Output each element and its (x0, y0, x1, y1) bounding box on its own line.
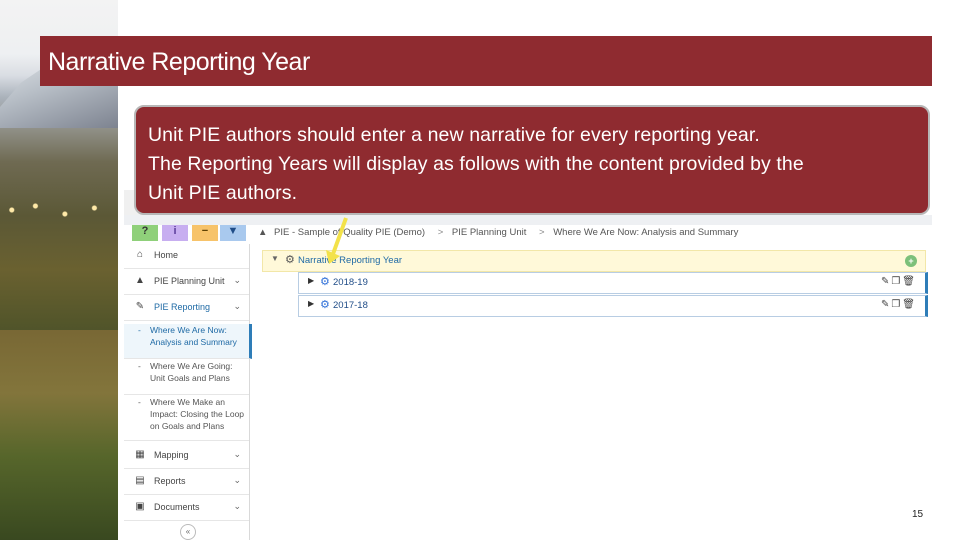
sidebar-item-mapping[interactable]: ▦ Mapping ⌄ (124, 444, 249, 469)
breadcrumb-separator: > (437, 227, 444, 238)
callout-line: Unit PIE authors should enter a new narr… (148, 124, 760, 146)
bank-icon: ▲ (135, 275, 145, 286)
edit-icon[interactable]: ✎ (881, 299, 891, 310)
sidebar-item-label: Mapping (154, 450, 189, 460)
sidebar: ⌂ Home ▲ PIE Planning Unit ⌄ ✎ PIE Repor… (124, 244, 252, 540)
page-number: 15 (912, 509, 924, 520)
app-screenshot: ? i − ▼ ⌂ Home ▲ PIE Planning Unit ⌄ ✎ P… (124, 190, 932, 540)
copy-icon[interactable]: ❐ (891, 299, 902, 310)
sidebar-item-label: PIE Planning Unit (154, 276, 225, 286)
breadcrumb-separator: > (539, 227, 545, 238)
sidebar-item-home[interactable]: ⌂ Home (124, 244, 249, 269)
sidebar-subitem-where-we-are-going[interactable]: - Where We Are Going: Unit Goals and Pla… (124, 360, 249, 395)
chevron-down-icon: ⌄ (233, 275, 241, 285)
trash-icon[interactable]: 🗑 (902, 299, 917, 310)
caret-right-icon[interactable]: ▶ (308, 299, 314, 308)
sidebar-item-label: PIE Reporting (154, 302, 211, 312)
gear-icon: ⚙ (285, 254, 295, 266)
add-icon[interactable]: + (905, 255, 917, 267)
tree-row-label: 2017-18 (333, 300, 368, 311)
sidebar-item-label: Documents (154, 502, 200, 512)
caret-right-icon[interactable]: ▶ (308, 276, 314, 285)
reports-icon: ▤ (135, 475, 145, 486)
sitemap-icon: ▦ (135, 449, 145, 460)
home-icon: ⌂ (136, 249, 144, 260)
trash-icon[interactable]: 🗑 (902, 276, 917, 287)
sidebar-subitem-where-we-make-an-impact[interactable]: - Where We Make an Impact: Closing the L… (124, 396, 249, 441)
tree-root-narrative-reporting-year[interactable]: ▼ ⚙ Narrative Reporting Year + (262, 250, 926, 272)
tree-row[interactable]: ▶ ⚙ 2018-19 ✎❐🗑 (298, 272, 928, 294)
tree-row-label: 2018-19 (333, 277, 368, 288)
sidebar-item-label: Home (154, 250, 179, 260)
sidebar-item-label: Reports (154, 476, 186, 486)
breadcrumb-item: Where We Are Now: Analysis and Summary (553, 227, 739, 238)
callout-line: Unit PIE authors. (148, 182, 298, 204)
breadcrumb-item[interactable]: PIE Planning Unit (452, 227, 526, 238)
chevron-down-icon: ⌄ (233, 449, 241, 459)
sidebar-item-pie-reporting[interactable]: ✎ PIE Reporting ⌄ (124, 296, 249, 321)
callout-line: The Reporting Years will display as foll… (148, 153, 804, 175)
sidebar-item-pie-planning-unit[interactable]: ▲ PIE Planning Unit ⌄ (124, 270, 249, 295)
callout-box: Unit PIE authors should enter a new narr… (134, 105, 930, 215)
sidebar-item-reports[interactable]: ▤ Reports ⌄ (124, 470, 249, 495)
chevron-down-icon: ⌄ (233, 301, 241, 311)
title-bar: Narrative Reporting Year (40, 36, 932, 86)
caret-down-icon[interactable]: ▼ (271, 254, 279, 263)
documents-icon: ▣ (135, 501, 145, 512)
chevron-down-icon: ⌄ (233, 475, 241, 485)
sidebar-subitem-label: Where We Make an Impact: Closing the Loo… (150, 397, 245, 431)
sidebar-item-documents[interactable]: ▣ Documents ⌄ (124, 496, 249, 521)
foreground-field (0, 330, 118, 540)
yellow-arrow-icon (326, 217, 348, 264)
slide-title: Narrative Reporting Year (48, 48, 310, 76)
sidebar-subitem-label: Where We Are Going: Unit Goals and Plans (150, 361, 233, 383)
row-actions: ✎❐🗑 (881, 299, 917, 310)
tree-row[interactable]: ▶ ⚙ 2017-18 ✎❐🗑 (298, 295, 928, 317)
pencil-icon: ✎ (135, 301, 145, 312)
sidebar-collapse-button[interactable]: « (180, 524, 196, 540)
gear-icon: ⚙ (320, 299, 330, 311)
row-actions: ✎❐🗑 (881, 276, 917, 287)
sidebar-subitem-where-we-are-now[interactable]: - Where We Are Now: Analysis and Summary (124, 324, 252, 359)
chevron-down-icon: ⌄ (233, 501, 241, 511)
city-lights (0, 190, 118, 230)
screenshot-header-strip (124, 215, 932, 225)
copy-icon[interactable]: ❐ (891, 276, 902, 287)
bank-icon: ▲ (258, 227, 268, 238)
sidebar-subitem-label: Where We Are Now: Analysis and Summary (150, 325, 237, 347)
edit-icon[interactable]: ✎ (881, 276, 891, 287)
gear-icon: ⚙ (320, 276, 330, 288)
